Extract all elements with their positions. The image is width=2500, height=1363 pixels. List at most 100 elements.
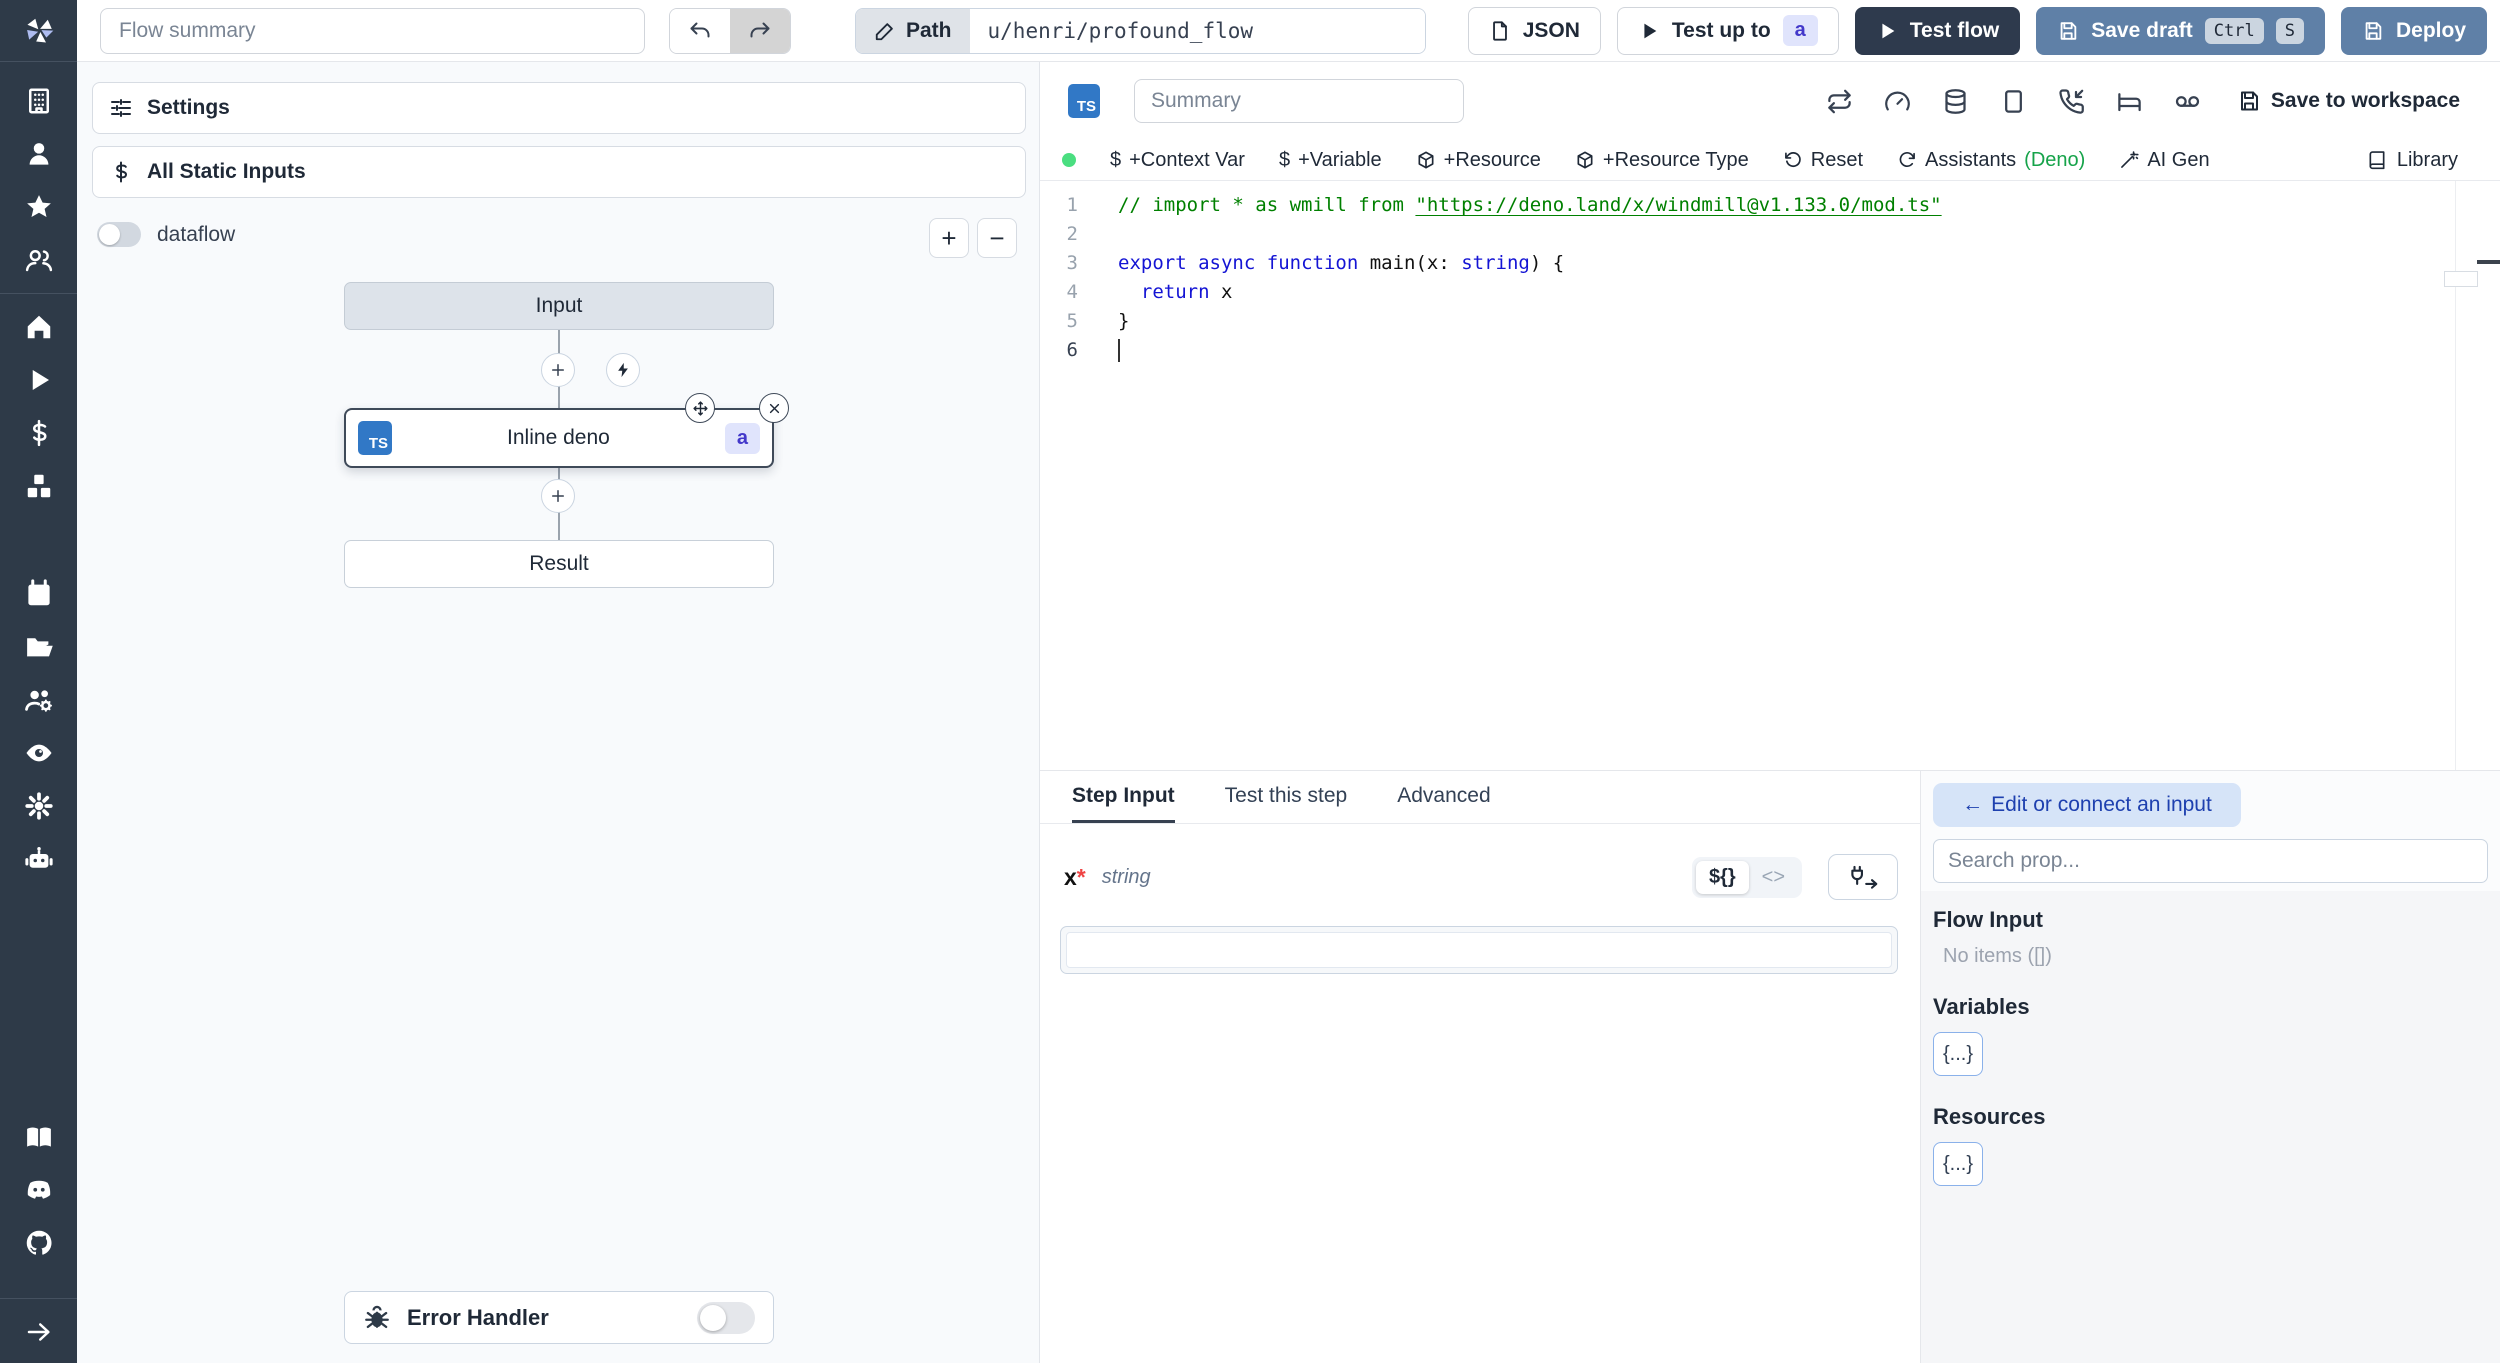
add-variable-button[interactable]: $ +Variable xyxy=(1279,149,1382,172)
add-resource-type-button[interactable]: +Resource Type xyxy=(1575,149,1749,172)
calendar-icon[interactable] xyxy=(24,579,54,609)
repeat-icon[interactable] xyxy=(1826,88,1853,115)
library-button[interactable]: Library xyxy=(2367,149,2478,172)
insert-step-button[interactable] xyxy=(541,353,575,387)
play-icon[interactable] xyxy=(24,365,54,395)
windmill-logo-icon[interactable] xyxy=(0,0,77,62)
database-icon[interactable] xyxy=(1942,88,1969,115)
plus-icon xyxy=(552,364,564,376)
close-icon xyxy=(769,403,779,413)
left-sidebar xyxy=(0,0,77,1363)
variables-expand-button[interactable]: {...} xyxy=(1933,1032,1983,1076)
discord-icon[interactable] xyxy=(24,1175,54,1205)
wand-icon xyxy=(2121,151,2139,168)
prop-sections: Flow Input No items ([]) Variables {...}… xyxy=(1921,891,2500,1363)
code-text: return x xyxy=(1140,281,1233,303)
line-number: 2 xyxy=(1066,223,1078,245)
save-to-workspace-button[interactable]: Save to workspace xyxy=(2237,89,2460,113)
code-editor[interactable]: 1 // import * as wmill from "https://deno… xyxy=(1040,181,2500,770)
prop-search-input[interactable] xyxy=(1933,839,2488,883)
code-mode-button[interactable]: <> xyxy=(1749,861,1798,894)
error-handler-toggle[interactable] xyxy=(697,1301,755,1334)
gauge-icon[interactable] xyxy=(1884,88,1911,115)
insert-step-below-button[interactable] xyxy=(541,479,575,513)
sliders-icon xyxy=(111,99,131,117)
path-button[interactable]: Path xyxy=(856,8,970,53)
tab-advanced[interactable]: Advanced xyxy=(1397,784,1490,823)
code-line[interactable]: 6 xyxy=(1040,336,2500,365)
settings-button[interactable]: Settings xyxy=(92,82,1026,134)
voicemail-icon[interactable] xyxy=(2174,88,2201,115)
flow-input-node[interactable]: Input xyxy=(344,282,774,330)
resources-expand-button[interactable]: {...} xyxy=(1933,1142,1983,1186)
zoom-in-button[interactable]: + xyxy=(929,218,969,258)
deploy-button[interactable]: Deploy xyxy=(2340,6,2487,55)
undo-button[interactable] xyxy=(670,8,730,53)
github-icon[interactable] xyxy=(24,1228,54,1258)
users-gear-icon[interactable] xyxy=(24,685,54,715)
flow-result-node[interactable]: Result xyxy=(344,540,774,588)
code-line[interactable]: 4 return x xyxy=(1040,278,2500,307)
user-icon[interactable] xyxy=(24,139,54,169)
dataflow-toggle-row: dataflow xyxy=(97,222,235,247)
building-icon[interactable] xyxy=(24,86,54,116)
robot-icon[interactable] xyxy=(24,844,54,874)
star-icon[interactable] xyxy=(24,192,54,222)
boxes-icon[interactable] xyxy=(24,471,54,501)
test-up-to-button[interactable]: Test up to a xyxy=(1616,6,1839,55)
move-step-button[interactable] xyxy=(685,393,715,423)
step-summary-row: TS Save to workspace xyxy=(1040,62,2500,140)
home-icon[interactable] xyxy=(24,312,54,342)
play-icon xyxy=(1644,23,1657,38)
expand-sidebar-arrow-icon[interactable] xyxy=(24,1317,54,1347)
line-number: 3 xyxy=(1066,252,1078,274)
redo-button[interactable] xyxy=(730,8,790,53)
step-input-area: Step Input Test this step Advanced x * s… xyxy=(1040,771,1920,1363)
bed-icon[interactable] xyxy=(2116,88,2143,115)
folder-icon[interactable] xyxy=(24,632,54,662)
test-up-to-step-badge: a xyxy=(1782,15,1818,46)
cube-icon xyxy=(1418,151,1434,169)
dataflow-toggle[interactable] xyxy=(97,222,141,247)
error-handler-node[interactable]: Error Handler xyxy=(344,1291,774,1344)
rotate-ccw-icon xyxy=(1784,152,1801,168)
square-icon[interactable] xyxy=(2000,88,2027,115)
editor-scrollbar[interactable] xyxy=(2444,181,2500,770)
dollar-icon[interactable] xyxy=(24,418,54,448)
flow-input-node-label: Input xyxy=(535,294,583,317)
path-input[interactable] xyxy=(969,8,1425,53)
reset-button[interactable]: Reset xyxy=(1783,149,1863,172)
step-summary-input[interactable] xyxy=(1134,79,1464,123)
eye-icon[interactable] xyxy=(24,738,54,768)
phone-incoming-icon[interactable] xyxy=(2058,88,2085,115)
add-resource-button[interactable]: +Resource xyxy=(1416,149,1541,172)
gear-icon[interactable] xyxy=(24,791,54,821)
tab-step-input[interactable]: Step Input xyxy=(1072,784,1175,823)
add-context-var-button[interactable]: $ +Context Var xyxy=(1110,149,1245,172)
book-icon[interactable] xyxy=(24,1122,54,1152)
connect-input-button[interactable] xyxy=(1828,854,1898,900)
test-flow-button[interactable]: Test flow xyxy=(1854,6,2021,55)
test-flow-label: Test flow xyxy=(1909,18,2000,42)
code-line[interactable]: 5} xyxy=(1040,307,2500,336)
add-trigger-button[interactable] xyxy=(606,353,640,387)
all-static-inputs-button[interactable]: All Static Inputs xyxy=(92,146,1026,198)
arg-value-input[interactable] xyxy=(1066,932,1892,968)
save-icon xyxy=(2365,21,2382,40)
edit-or-connect-button[interactable]: ← Edit or connect an input xyxy=(1933,783,2241,827)
assistants-button[interactable]: Assistants (Deno) xyxy=(1897,149,2085,172)
play-icon xyxy=(1882,23,1895,38)
tab-test-this-step[interactable]: Test this step xyxy=(1225,784,1348,823)
zoom-out-button[interactable]: − xyxy=(977,218,1017,258)
users-icon[interactable] xyxy=(24,245,54,275)
code-line[interactable]: 1 // import * as wmill from "https://deno… xyxy=(1040,191,2500,220)
json-button[interactable]: JSON xyxy=(1467,6,1601,55)
expr-mode-button[interactable]: ${} xyxy=(1695,860,1749,894)
save-draft-button[interactable]: Save draft Ctrl S xyxy=(2036,6,2325,55)
sidebar-group-admin xyxy=(24,579,54,874)
delete-step-button[interactable] xyxy=(759,393,789,423)
code-line[interactable]: 3 export async function main(x: string) { xyxy=(1040,249,2500,278)
ai-gen-button[interactable]: AI Gen xyxy=(2119,149,2210,172)
flow-summary-input[interactable] xyxy=(100,7,645,54)
code-line[interactable]: 2 xyxy=(1040,220,2500,249)
